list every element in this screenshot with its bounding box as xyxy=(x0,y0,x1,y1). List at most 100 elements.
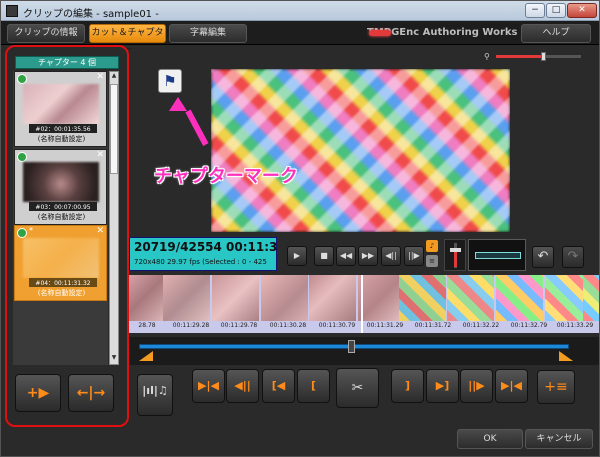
add-to-list-button[interactable]: +≡ xyxy=(537,370,575,404)
film-frame xyxy=(261,275,308,321)
frame-time: 00:11:30.79 xyxy=(318,322,356,329)
chapter-timecode: #03：00:07:00.95 xyxy=(29,202,97,211)
go-to-cut-start-button[interactable]: [◀ xyxy=(262,369,295,403)
next-keyframe-button[interactable]: ||▶ xyxy=(460,369,493,403)
audio-meter xyxy=(468,239,526,271)
stop-button[interactable]: ■ xyxy=(314,246,334,266)
zoom-level-fill xyxy=(496,55,543,58)
chapter-timecode: #04：00:11:31.32 xyxy=(29,278,97,287)
ok-button[interactable]: OK xyxy=(457,429,523,449)
undo-button[interactable]: ↶ xyxy=(532,246,554,268)
tab-clip-info[interactable]: クリップの情報 xyxy=(7,24,85,43)
audio-meter-bar xyxy=(475,252,521,259)
move-chapter-button[interactable]: ←|→ xyxy=(68,374,114,412)
volume-fill xyxy=(454,249,457,267)
tab-subtitle-edit[interactable]: 字幕編集 xyxy=(169,24,247,43)
window-title: クリップの編集 - sample01 - xyxy=(23,9,159,20)
timecode-sub: 720x480 29.97 fps (Selected : 0 - 425 xyxy=(134,258,267,266)
chapter-name: (名称自動設定) xyxy=(37,213,86,221)
film-frame xyxy=(163,275,210,321)
chapter-mark-annotation: チャプターマーク xyxy=(154,166,298,187)
timecode-display: 20719/42554 00:11:3 720x480 29.97 fps (S… xyxy=(129,237,277,271)
frame-time: 00:11:32.22 xyxy=(462,322,500,329)
close-button[interactable]: ✕ xyxy=(567,3,597,18)
annotation-arrow-icon xyxy=(169,97,187,111)
frame-time: 00:11:31.29 xyxy=(366,322,404,329)
tab-cut-chapter[interactable]: カット＆チャプター xyxy=(89,24,166,55)
chapter-list-scrollbar[interactable]: ▲ ▼ xyxy=(109,71,119,365)
chapter-thumbnail xyxy=(23,84,99,124)
frame-time: 00:11:31.72 xyxy=(414,322,452,329)
chapter-name: (名称自動設定) xyxy=(37,289,86,297)
chapter-pin-icon xyxy=(17,228,27,238)
brand-led-icon xyxy=(369,30,391,36)
cut-end-marker[interactable] xyxy=(559,351,573,361)
title-bar: クリップの編集 - sample01 - − □ ✕ xyxy=(1,1,599,21)
film-frame xyxy=(309,275,356,321)
filmstrip[interactable]: 28.78 00:11:29.28 00:11:29.78 00:11:30.2… xyxy=(129,275,599,333)
step-back-button[interactable]: ◀|| xyxy=(381,246,401,266)
delete-chapter-icon[interactable]: ✕ xyxy=(96,226,104,236)
minimize-button[interactable]: − xyxy=(525,3,545,18)
tab-bar: クリップの情報 カット＆チャプター 字幕編集 TMPGEnc Authoring… xyxy=(1,21,599,55)
film-frame xyxy=(583,275,599,321)
delete-chapter-icon[interactable]: ✕ xyxy=(96,72,104,82)
step-forward-button[interactable]: ||▶ xyxy=(404,246,424,266)
frame-time: 00:11:29.78 xyxy=(220,322,258,329)
maximize-button[interactable]: □ xyxy=(546,3,566,18)
frame-time: 00:11:30.28 xyxy=(269,322,307,329)
timeline-playhead[interactable] xyxy=(348,340,355,353)
help-button[interactable]: ヘルプ xyxy=(521,24,591,43)
zoom-slider-knob[interactable] xyxy=(540,52,546,61)
timeline[interactable] xyxy=(129,337,599,365)
prev-keyframe-button[interactable]: ◀|| xyxy=(226,369,259,403)
set-cut-end-button[interactable]: ] xyxy=(391,369,424,403)
zoom-slider[interactable] xyxy=(496,52,581,61)
cut-start-marker[interactable] xyxy=(139,351,153,361)
frame-time: 00:11:29.28 xyxy=(172,322,210,329)
volume-knob[interactable] xyxy=(450,248,461,252)
cut-button[interactable]: ✂ xyxy=(336,368,379,408)
chapter-card[interactable]: ✕ #03：00:07:00.95 (名称自動設定) xyxy=(14,149,107,225)
chapter-flag-icon[interactable]: ⚑ xyxy=(158,69,182,93)
set-cut-start-button[interactable]: [ xyxy=(297,369,330,403)
clip-edit-window: クリップの編集 - sample01 - − □ ✕ クリップの情報 カット＆チ… xyxy=(0,0,600,457)
chapter-card-selected[interactable]: * ✕ #04：00:11:31.32 (名称自動設定) xyxy=(14,225,107,301)
chapter-card[interactable]: ✕ #02：00:01:35.56 (名称自動設定) xyxy=(14,71,107,147)
audio-waveform-button[interactable]: |ıl|♫ xyxy=(137,374,173,416)
frame-time: 00:11:32.79 xyxy=(510,322,548,329)
modified-star: * xyxy=(29,226,33,235)
rewind-button[interactable]: ◀◀ xyxy=(336,246,356,266)
add-chapter-button[interactable]: +▶ xyxy=(15,374,61,412)
scroll-down-icon[interactable]: ▼ xyxy=(110,354,118,364)
chapter-pin-icon xyxy=(17,152,27,162)
fast-forward-button[interactable]: ▶▶ xyxy=(358,246,378,266)
film-frame xyxy=(496,275,543,321)
preview-overlay xyxy=(211,69,510,232)
video-preview xyxy=(211,69,510,232)
cancel-button[interactable]: キャンセル xyxy=(525,429,593,449)
go-to-cut-end-button[interactable]: ▶] xyxy=(426,369,459,403)
go-to-end-button[interactable]: ▶|◀ xyxy=(495,369,528,403)
film-frame xyxy=(447,275,494,321)
audio-track-icon[interactable]: ♪ xyxy=(426,240,438,252)
volume-slider[interactable] xyxy=(444,239,466,271)
go-to-start-button[interactable]: ▶|◀ xyxy=(192,369,225,403)
delete-chapter-icon[interactable]: ✕ xyxy=(96,150,104,160)
chapter-thumbnail xyxy=(23,238,99,278)
film-frame xyxy=(358,275,405,321)
scrollbar-thumb[interactable] xyxy=(110,84,118,174)
chapter-pin-icon xyxy=(17,74,27,84)
scroll-up-icon[interactable]: ▲ xyxy=(110,72,118,82)
chapter-thumbnail xyxy=(23,162,99,202)
annotation-arrow-stem xyxy=(185,109,209,146)
audio-settings-icon[interactable]: ≡ xyxy=(426,255,438,267)
chapter-count-header: チャプター 4 個 xyxy=(15,56,119,69)
redo-button[interactable]: ↷ xyxy=(562,246,584,268)
play-button[interactable]: ▶ xyxy=(287,246,307,266)
chapter-list: ✕ #02：00:01:35.56 (名称自動設定) ✕ #03：00:07:0… xyxy=(13,71,108,365)
film-frame xyxy=(212,275,259,321)
frame-time: 00:11:33.29 xyxy=(556,322,594,329)
zoom-icon: ⚲ xyxy=(484,52,490,61)
frame-time: 28.78 xyxy=(138,322,156,329)
